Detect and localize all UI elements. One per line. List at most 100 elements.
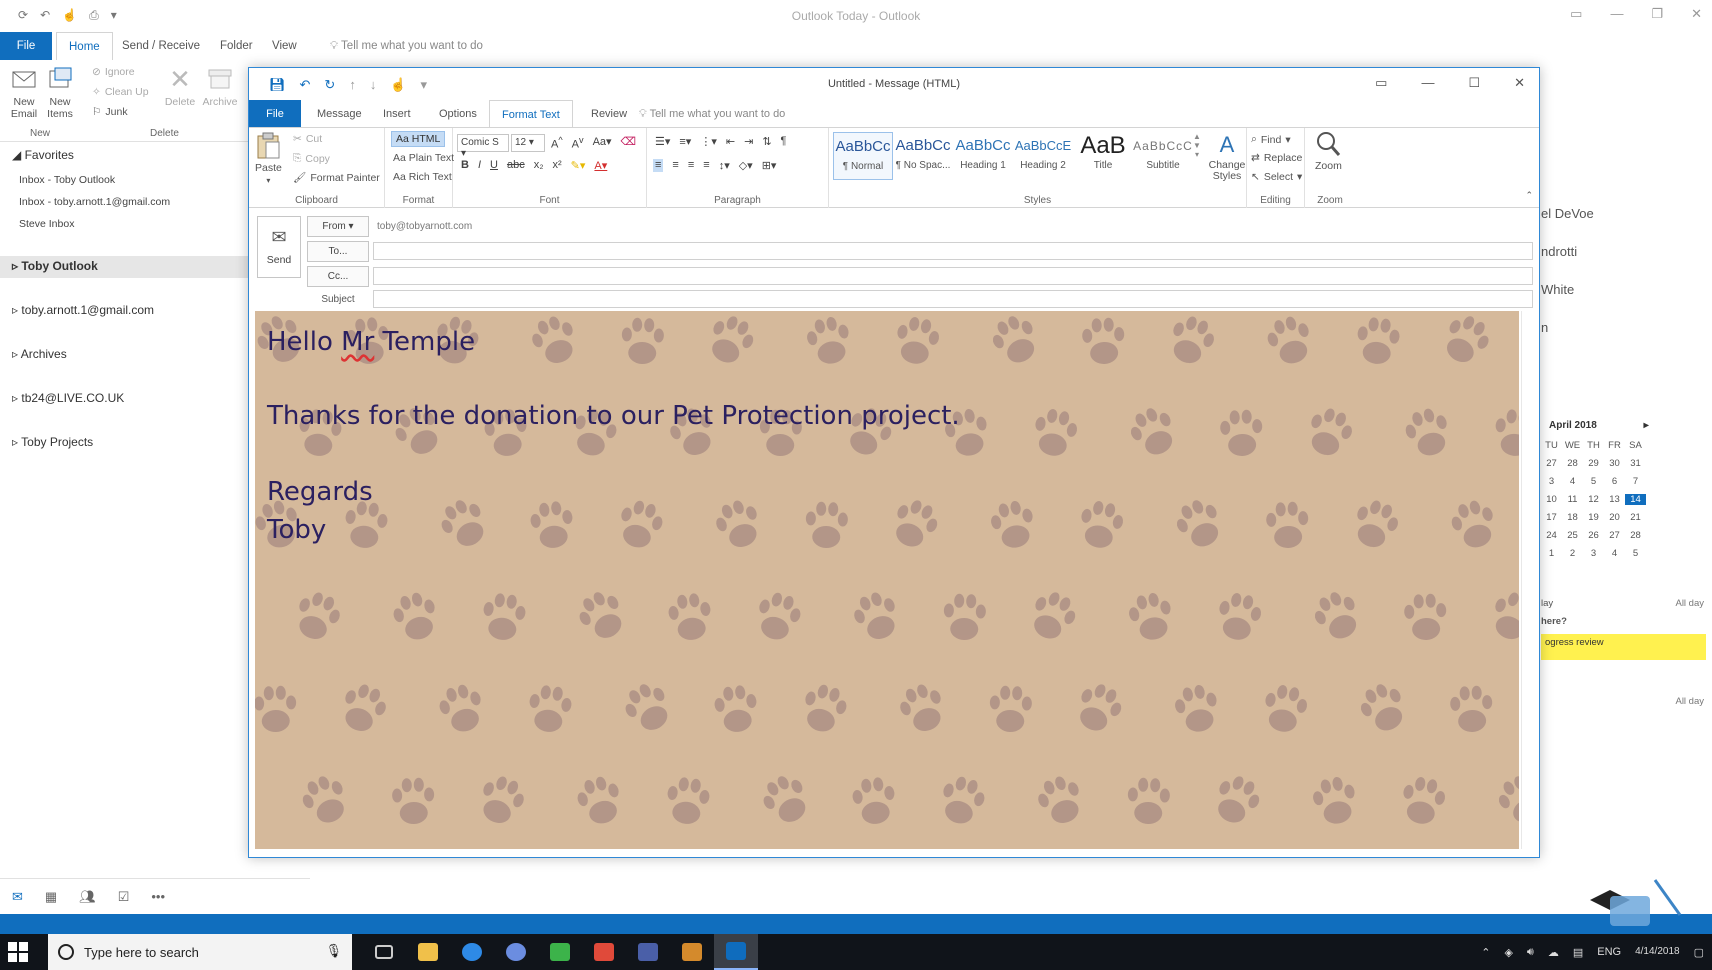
subject-field[interactable] xyxy=(373,290,1533,308)
close-icon[interactable]: ✕ xyxy=(1514,75,1525,91)
line-spacing-icon[interactable]: ↕▾ xyxy=(719,159,730,172)
zoom-button[interactable]: Zoom xyxy=(1315,130,1342,172)
bold-icon[interactable]: B xyxy=(461,159,469,172)
replace-button[interactable]: ⇄ Replace xyxy=(1251,152,1302,164)
superscript-icon[interactable]: x² xyxy=(553,159,562,172)
mail-icon[interactable]: ✉ xyxy=(12,889,23,905)
restore-icon[interactable]: ❐ xyxy=(1651,6,1663,22)
italic-icon[interactable]: I xyxy=(478,159,481,172)
close-icon[interactable]: ✕ xyxy=(1691,6,1702,22)
cc-field[interactable] xyxy=(373,267,1533,285)
calendar-day[interactable]: 3 xyxy=(1583,548,1604,559)
change-styles-button[interactable]: A Change Styles xyxy=(1207,132,1247,182)
new-items-button[interactable]: New Items xyxy=(42,66,78,120)
tab-view[interactable]: View xyxy=(260,32,309,60)
numbering-icon[interactable]: ≡▾ xyxy=(679,135,691,148)
calendar-day[interactable]: 5 xyxy=(1583,476,1604,487)
favorite-folder[interactable]: Inbox - Toby Outlook xyxy=(19,174,115,186)
format-painter-button[interactable]: 🖌︎ Format Painter xyxy=(293,171,380,185)
tab-file[interactable]: File xyxy=(249,100,301,128)
archive-button[interactable]: Archive xyxy=(200,66,240,108)
find-button[interactable]: ⌕ Find ▾ xyxy=(1251,133,1291,146)
network-icon[interactable]: ▤ xyxy=(1573,946,1583,959)
microphone-icon[interactable]: 🎙︎ xyxy=(325,943,342,959)
format-html-button[interactable]: Aa HTML xyxy=(391,131,446,147)
outlook-taskbar-icon[interactable] xyxy=(714,934,758,970)
calendar-day[interactable]: 30 xyxy=(1604,458,1625,469)
browser-icon[interactable] xyxy=(494,934,538,970)
minimize-icon[interactable]: — xyxy=(1610,6,1623,22)
calendar-day[interactable]: 10 xyxy=(1541,494,1562,505)
underline-icon[interactable]: U xyxy=(490,159,498,172)
cut-button[interactable]: ✂ Cut xyxy=(293,133,322,145)
person-name[interactable]: White xyxy=(1541,282,1574,297)
ignore-button[interactable]: ⊘ Ignore xyxy=(92,66,135,78)
calendar-day[interactable]: 21 xyxy=(1625,512,1646,523)
calendar-day[interactable]: 5 xyxy=(1625,548,1646,559)
shrink-font-icon[interactable]: Av xyxy=(572,135,584,151)
account-live[interactable]: ▹ tb24@LIVE.CO.UK xyxy=(12,391,124,405)
format-plain-button[interactable]: Aa Plain Text xyxy=(393,152,454,164)
format-rich-button[interactable]: Aa Rich Text xyxy=(393,171,452,183)
collapse-ribbon-icon[interactable]: ⌃ xyxy=(1525,190,1533,201)
task-view-icon[interactable] xyxy=(362,934,406,970)
tab-folder[interactable]: Folder xyxy=(208,32,265,60)
tab-file[interactable]: File xyxy=(0,32,52,60)
taskbar-search[interactable]: Type here to search 🎙︎ xyxy=(48,934,352,970)
windows-start-icon[interactable] xyxy=(8,934,34,970)
cc-button[interactable]: Cc... xyxy=(307,266,369,287)
calendar-day[interactable]: 13 xyxy=(1604,494,1625,505)
favorites-header[interactable]: ◢ Favorites xyxy=(12,148,74,162)
calendar-day[interactable]: 28 xyxy=(1562,458,1583,469)
calendar-day[interactable]: 25 xyxy=(1562,530,1583,541)
bullets-icon[interactable]: ☰▾ xyxy=(655,135,670,148)
font-size-select[interactable]: 12 ▾ xyxy=(511,134,545,152)
volume-icon[interactable]: 🔊︎ xyxy=(1527,946,1534,959)
calendar-day[interactable]: 28 xyxy=(1625,530,1646,541)
account-toby-outlook[interactable]: ▹ Toby Outlook xyxy=(12,259,98,273)
style-heading-1[interactable]: AaBbCc Heading 1 xyxy=(953,132,1013,180)
calendar-day[interactable]: 27 xyxy=(1541,458,1562,469)
justify-icon[interactable]: ≡ xyxy=(703,159,709,172)
more-icon[interactable]: ••• xyxy=(151,889,165,904)
minimize-icon[interactable]: — xyxy=(1421,75,1434,91)
tab-send-receive[interactable]: Send / Receive xyxy=(110,32,212,60)
favorite-folder[interactable]: Steve Inbox xyxy=(19,218,74,230)
junk-button[interactable]: ⚐ Junk xyxy=(92,106,128,118)
file-explorer-icon[interactable] xyxy=(406,934,450,970)
to-button[interactable]: To... xyxy=(307,241,369,262)
tab-review[interactable]: Review xyxy=(579,100,639,128)
language-indicator[interactable]: ENG xyxy=(1597,946,1621,958)
style-title[interactable]: AaB Title xyxy=(1073,132,1133,180)
tab-options[interactable]: Options xyxy=(427,100,489,128)
calendar-day[interactable]: 6 xyxy=(1604,476,1625,487)
delete-button[interactable]: ✕ Delete xyxy=(162,66,198,108)
person-name[interactable]: ndrotti xyxy=(1541,244,1577,259)
new-email-button[interactable]: New Email xyxy=(6,66,42,120)
onedrive-icon[interactable]: ☁ xyxy=(1548,946,1559,959)
calendar-day[interactable]: 11 xyxy=(1562,494,1583,505)
strikethrough-icon[interactable]: abc xyxy=(507,159,525,172)
calendar-day[interactable]: 27 xyxy=(1604,530,1625,541)
camtasia-icon[interactable] xyxy=(538,934,582,970)
calendar-day[interactable]: 4 xyxy=(1604,548,1625,559)
person-name[interactable]: el DeVoe xyxy=(1541,206,1594,221)
recorder-icon[interactable] xyxy=(582,934,626,970)
sort-icon[interactable]: ⇅ xyxy=(762,135,771,148)
calendar-day[interactable]: 26 xyxy=(1583,530,1604,541)
calendar-day[interactable]: 17 xyxy=(1541,512,1562,523)
tab-message[interactable]: Message xyxy=(305,100,374,128)
clean-up-button[interactable]: ✧ Clean Up xyxy=(92,86,149,98)
calendar-day[interactable]: 1 xyxy=(1541,548,1562,559)
message-body[interactable]: Hello Mr Temple Thanks for the donation … xyxy=(255,311,1519,849)
calendar-day[interactable]: 18 xyxy=(1562,512,1583,523)
person-name[interactable]: n xyxy=(1541,320,1548,335)
tell-me-box[interactable]: 💡︎ Tell me what you want to do xyxy=(318,32,495,60)
align-center-icon[interactable]: ≡ xyxy=(672,159,678,172)
tray-chevron-icon[interactable]: ⌃ xyxy=(1481,946,1490,959)
font-name-select[interactable]: Comic S ▾ xyxy=(457,134,509,159)
select-button[interactable]: ↖ Select ▾ xyxy=(1251,171,1302,183)
borders-icon[interactable]: ⊞▾ xyxy=(762,159,777,172)
people-icon[interactable]: 👥︎ xyxy=(79,889,96,905)
style-no-spacing[interactable]: AaBbCc ¶ No Spac... xyxy=(893,132,953,180)
